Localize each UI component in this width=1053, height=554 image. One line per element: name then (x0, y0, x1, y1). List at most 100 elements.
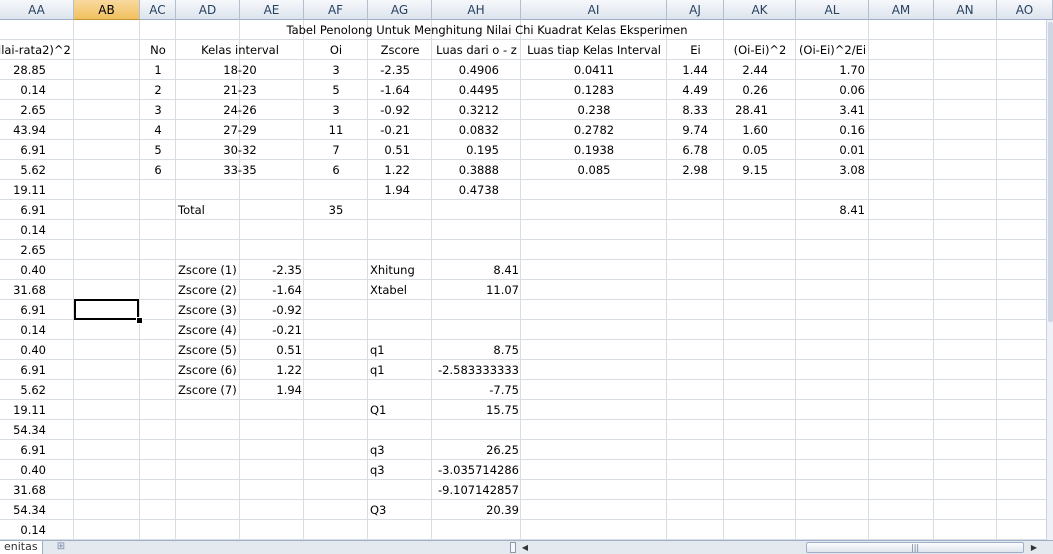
table-cell[interactable]: 28.41 (724, 100, 796, 120)
table-cell[interactable]: 0.0411 (521, 60, 667, 80)
stat-label[interactable]: Q3 (368, 500, 432, 520)
stat-value[interactable]: -3.035714286 (432, 460, 521, 480)
total-chi[interactable]: 8.41 (796, 200, 869, 220)
table-cell[interactable]: 33-35 (176, 160, 304, 180)
aa-value[interactable]: 6.91 (0, 200, 74, 220)
table-cell[interactable]: -1.64 (368, 80, 432, 100)
aa-value[interactable]: 6.91 (0, 300, 74, 320)
table-header[interactable]: Luas tiap Kelas Interval (521, 40, 667, 60)
stat-label[interactable]: q1 (368, 340, 432, 360)
table-cell[interactable]: 3.08 (796, 160, 869, 180)
table-cell[interactable]: 0.05 (724, 140, 796, 160)
total-label[interactable]: Total (176, 200, 240, 220)
zscore-value[interactable]: -1.64 (240, 280, 304, 300)
stat-label[interactable]: q3 (368, 440, 432, 460)
table-cell[interactable]: 7 (304, 140, 368, 160)
aa-value[interactable]: 19.11 (0, 400, 74, 420)
arrow-left-icon[interactable]: ◀ (520, 542, 530, 553)
table-cell[interactable]: 5 (140, 140, 176, 160)
fill-handle[interactable] (136, 317, 143, 324)
zscore-value[interactable]: -2.35 (240, 260, 304, 280)
stat-label[interactable]: Xhitung (368, 260, 432, 280)
table-cell[interactable]: -0.92 (368, 100, 432, 120)
table-header[interactable]: (Oi-Ei)^2/Ei (796, 40, 869, 60)
table-cell[interactable]: 3.41 (796, 100, 869, 120)
table-cell[interactable]: 24-26 (176, 100, 304, 120)
table-cell[interactable]: 5 (304, 80, 368, 100)
stat-value[interactable]: 8.75 (432, 340, 521, 360)
table-header[interactable]: Kelas interval (176, 40, 304, 60)
table-cell[interactable]: 0.51 (368, 140, 432, 160)
table-title[interactable]: Tabel Penolong Untuk Menghitung Nilai Ch… (140, 20, 796, 40)
zscore-label[interactable]: Zscore (5) (176, 340, 240, 360)
stat-value[interactable]: 8.41 (432, 260, 521, 280)
table-cell[interactable]: 0.2782 (521, 120, 667, 140)
sheet-tab[interactable]: enitas (0, 541, 43, 554)
stat-value[interactable]: 20.39 (432, 500, 521, 520)
table-cell[interactable]: 2 (140, 80, 176, 100)
table-cell[interactable]: 6 (304, 160, 368, 180)
zscore-label[interactable]: Zscore (7) (176, 380, 240, 400)
table-cell[interactable]: 0.3888 (432, 160, 521, 180)
column-header-ak[interactable]: AK (724, 0, 796, 20)
table-cell[interactable]: 0.4495 (432, 80, 521, 100)
zscore-value[interactable]: 1.94 (240, 380, 304, 400)
column-header-ai[interactable]: AI (521, 0, 667, 20)
table-cell[interactable]: 18-20 (176, 60, 304, 80)
column-header-am[interactable]: AM (869, 0, 934, 20)
table-cell[interactable]: 0.26 (724, 80, 796, 100)
table-cell[interactable]: -0.21 (368, 120, 432, 140)
total-oi[interactable]: 35 (304, 200, 368, 220)
table-cell[interactable]: 9.74 (667, 120, 724, 140)
column-header-ad[interactable]: AD (176, 0, 240, 20)
table-cell[interactable]: 1.70 (796, 60, 869, 80)
split-handle[interactable] (510, 542, 516, 553)
column-a-header[interactable]: ilai-rata2)^2 (0, 40, 71, 60)
table-cell[interactable]: 0.0832 (432, 120, 521, 140)
table-cell[interactable]: 3 (140, 100, 176, 120)
zscore-label[interactable]: Zscore (3) (176, 300, 240, 320)
column-header-ae[interactable]: AE (240, 0, 304, 20)
table-cell[interactable]: 0.4906 (432, 60, 521, 80)
table-cell[interactable]: 1.44 (667, 60, 724, 80)
aa-value[interactable]: 54.34 (0, 500, 74, 520)
table-header[interactable]: Zscore (368, 40, 432, 60)
table-cell[interactable]: 1 (140, 60, 176, 80)
table-header[interactable]: (Oi-Ei)^2 (724, 40, 796, 60)
stat-value[interactable]: -7.75 (432, 380, 521, 400)
aa-value[interactable]: 43.94 (0, 120, 74, 140)
table-cell[interactable]: 0.3212 (432, 100, 521, 120)
aa-value[interactable]: 6.91 (0, 360, 74, 380)
stat-value[interactable]: -9.107142857 (432, 480, 521, 500)
aa-value[interactable]: 0.40 (0, 340, 74, 360)
table-cell[interactable]: 0.4738 (432, 180, 521, 200)
zscore-value[interactable]: 1.22 (240, 360, 304, 380)
new-sheet-icon[interactable]: ⊞ (50, 541, 72, 553)
zscore-label[interactable]: Zscore (1) (176, 260, 240, 280)
aa-value[interactable]: 28.85 (0, 60, 74, 80)
table-cell[interactable]: 27-29 (176, 120, 304, 140)
stat-label[interactable]: Xtabel (368, 280, 432, 300)
aa-value[interactable]: 54.34 (0, 420, 74, 440)
stat-label[interactable]: q1 (368, 360, 432, 380)
zscore-value[interactable]: 0.51 (240, 340, 304, 360)
horizontal-scrollbar-thumb[interactable]: ||| (806, 542, 1024, 553)
table-cell[interactable]: 6 (140, 160, 176, 180)
table-cell[interactable]: 0.085 (521, 160, 667, 180)
table-cell[interactable]: 3 (304, 100, 368, 120)
column-header-af[interactable]: AF (304, 0, 368, 20)
table-header[interactable]: Oi (304, 40, 368, 60)
table-header[interactable]: No (140, 40, 176, 60)
column-header-an[interactable]: AN (934, 0, 997, 20)
aa-value[interactable]: 0.40 (0, 460, 74, 480)
table-cell[interactable]: 6.78 (667, 140, 724, 160)
table-cell[interactable]: 3 (304, 60, 368, 80)
table-cell[interactable]: 0.1938 (521, 140, 667, 160)
table-cell[interactable]: 2.44 (724, 60, 796, 80)
aa-value[interactable]: 5.62 (0, 380, 74, 400)
column-header-ab[interactable]: AB (74, 0, 140, 20)
aa-value[interactable]: 0.14 (0, 80, 74, 100)
aa-value[interactable]: 2.65 (0, 240, 74, 260)
table-header[interactable]: Luas dari o - z (432, 40, 521, 60)
table-cell[interactable]: -2.35 (368, 60, 432, 80)
